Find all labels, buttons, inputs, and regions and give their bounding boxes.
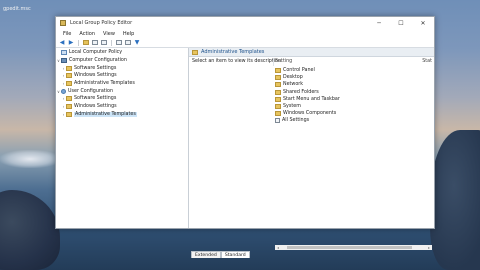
folder-icon bbox=[66, 73, 72, 79]
column-header-state[interactable]: Stat bbox=[422, 59, 432, 64]
settings-list: Control Panel Desktop Network Shared Fol… bbox=[275, 67, 340, 125]
folder-icon bbox=[275, 104, 281, 110]
details-header: Administrative Templates bbox=[189, 48, 434, 57]
tree-item-label: User Configuration bbox=[68, 88, 113, 94]
up-folder-icon[interactable] bbox=[83, 40, 89, 45]
list-item[interactable]: Windows Components bbox=[275, 110, 340, 117]
computer-policy-icon bbox=[61, 50, 67, 56]
list-item-label: Desktop bbox=[283, 75, 303, 81]
tree-item-uc-windows-settings[interactable]: › Windows Settings bbox=[56, 103, 188, 111]
export-list-icon[interactable] bbox=[101, 40, 107, 45]
wave-foam bbox=[0, 150, 60, 168]
tree-item-label: Computer Configuration bbox=[69, 58, 127, 64]
tree-item-uc-software-settings[interactable]: › Software Settings bbox=[56, 95, 188, 103]
settings-list-icon bbox=[275, 118, 280, 124]
list-item[interactable]: Network bbox=[275, 81, 340, 88]
tree-item-label: Local Computer Policy bbox=[69, 50, 123, 56]
tree-item-cc-software-settings[interactable]: › Software Settings bbox=[56, 64, 188, 72]
tree-item-root[interactable]: Local Computer Policy bbox=[56, 49, 188, 57]
list-item-label: Windows Components bbox=[283, 111, 337, 117]
menu-help[interactable]: Help bbox=[119, 31, 138, 37]
tree-item-user-configuration[interactable]: ∨ User Configuration bbox=[56, 87, 188, 95]
list-item[interactable]: Control Panel bbox=[275, 67, 340, 74]
list-item-label: Control Panel bbox=[283, 68, 315, 74]
tree-item-label-selected: Administrative Templates bbox=[74, 111, 137, 117]
computer-icon bbox=[61, 58, 67, 64]
tree-item-computer-configuration[interactable]: ∨ Computer Configuration bbox=[56, 57, 188, 65]
menu-bar: File Action View Help bbox=[56, 29, 434, 38]
tree-item-label: Administrative Templates bbox=[74, 81, 135, 87]
toolbar-separator bbox=[111, 39, 112, 46]
details-pane: Administrative Templates Select an item … bbox=[189, 48, 434, 258]
folder-icon bbox=[275, 82, 281, 88]
background-rock-right bbox=[430, 130, 480, 270]
properties-icon[interactable] bbox=[125, 40, 131, 45]
details-header-title: Administrative Templates bbox=[201, 49, 265, 55]
close-button[interactable]: ✕ bbox=[412, 17, 434, 29]
list-item-label: All Settings bbox=[282, 118, 310, 124]
view-tabs: Extended Standard bbox=[191, 250, 250, 258]
title-bar[interactable]: Local Group Policy Editor ─ ☐ ✕ bbox=[56, 17, 434, 29]
tree-item-cc-administrative-templates[interactable]: › Administrative Templates bbox=[56, 80, 188, 88]
tree-item-cc-windows-settings[interactable]: › Windows Settings bbox=[56, 72, 188, 80]
list-item-label: Network bbox=[283, 82, 304, 88]
column-divider bbox=[273, 58, 274, 66]
main-area: Local Computer Policy ∨ Computer Configu… bbox=[56, 48, 434, 258]
scrollbar-thumb[interactable] bbox=[287, 246, 412, 249]
filter-icon[interactable]: ▼ bbox=[134, 39, 140, 46]
scroll-left-icon[interactable]: ◂ bbox=[275, 245, 281, 250]
scroll-right-icon[interactable]: ▸ bbox=[426, 245, 432, 250]
folder-icon bbox=[66, 96, 72, 102]
list-item-label: Shared Folders bbox=[283, 89, 319, 95]
back-arrow-icon[interactable]: ◀ bbox=[59, 39, 65, 46]
list-item[interactable]: Shared Folders bbox=[275, 89, 340, 96]
horizontal-scrollbar[interactable]: ◂ ▸ bbox=[275, 245, 432, 250]
folder-icon bbox=[192, 49, 198, 55]
menu-view[interactable]: View bbox=[99, 31, 119, 37]
list-item[interactable]: Desktop bbox=[275, 74, 340, 81]
help-icon[interactable] bbox=[116, 40, 122, 45]
navigation-tree: Local Computer Policy ∨ Computer Configu… bbox=[56, 48, 189, 228]
menu-action[interactable]: Action bbox=[75, 31, 99, 37]
folder-icon bbox=[66, 65, 72, 71]
folder-icon bbox=[275, 96, 281, 102]
forward-arrow-icon[interactable]: ▶ bbox=[68, 39, 74, 46]
list-item[interactable]: Start Menu and Taskbar bbox=[275, 96, 340, 103]
tree-item-uc-administrative-templates[interactable]: › Administrative Templates bbox=[56, 111, 188, 119]
maximize-button[interactable]: ☐ bbox=[390, 17, 412, 29]
tree-item-label: Software Settings bbox=[74, 65, 117, 71]
description-text: Select an item to view its description. bbox=[192, 59, 283, 64]
folder-icon bbox=[66, 111, 72, 117]
menu-file[interactable]: File bbox=[59, 31, 75, 37]
tree-item-label: Windows Settings bbox=[74, 104, 117, 110]
folder-icon bbox=[275, 111, 281, 117]
folder-icon bbox=[66, 104, 72, 110]
folder-icon bbox=[275, 75, 281, 81]
column-header-setting[interactable]: Setting bbox=[275, 59, 292, 64]
desktop-label: gpedit.msc bbox=[3, 6, 31, 12]
minimize-button[interactable]: ─ bbox=[368, 17, 390, 29]
toolbar: ◀ ▶ ▼ bbox=[56, 38, 434, 48]
tab-extended[interactable]: Extended bbox=[191, 251, 221, 258]
background-rock-left bbox=[0, 190, 60, 270]
tree-item-label: Software Settings bbox=[74, 96, 117, 102]
list-item[interactable]: All Settings bbox=[275, 117, 340, 124]
list-item[interactable]: System bbox=[275, 103, 340, 110]
folder-icon bbox=[66, 81, 72, 87]
user-icon bbox=[61, 88, 66, 94]
folder-icon bbox=[275, 89, 281, 95]
policy-editor-icon bbox=[60, 20, 66, 26]
show-hide-tree-icon[interactable] bbox=[92, 40, 98, 45]
list-item-label: System bbox=[283, 104, 301, 110]
folder-icon bbox=[275, 68, 281, 74]
toolbar-separator bbox=[78, 39, 79, 46]
tree-item-label: Windows Settings bbox=[74, 73, 117, 79]
list-item-label: Start Menu and Taskbar bbox=[283, 96, 340, 102]
tab-standard[interactable]: Standard bbox=[220, 251, 250, 258]
group-policy-editor-window: Local Group Policy Editor ─ ☐ ✕ File Act… bbox=[55, 16, 435, 258]
window-title: Local Group Policy Editor bbox=[70, 20, 133, 26]
